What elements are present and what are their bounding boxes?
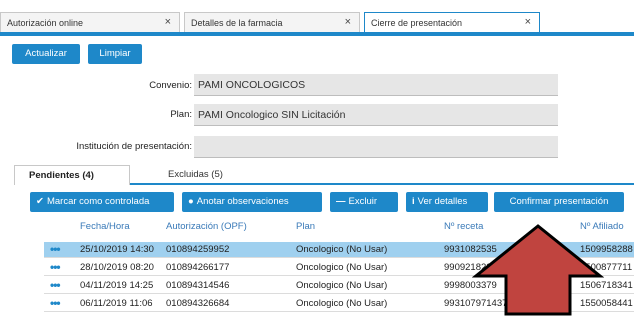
- tab-label: Autorización online: [7, 18, 84, 28]
- mark-label: Marcar como controlada: [46, 196, 150, 207]
- notes-label: Anotar observaciones: [196, 196, 289, 207]
- convenio-field[interactable]: PAMI ONCOLOGICOS: [194, 74, 558, 96]
- add-notes-button[interactable]: ● Anotar observaciones: [182, 192, 322, 212]
- more-icon[interactable]: •••: [50, 260, 61, 274]
- toolbar: ✔ Marcar como controlada ● Anotar observac…: [30, 192, 634, 214]
- cell-fecha: 04/11/2019 14:25: [80, 280, 154, 291]
- tab-bar: Autorización online × Detalles de la far…: [0, 0, 634, 38]
- details-label: Ver detalles: [417, 196, 468, 207]
- cell-fecha: 28/10/2019 08:20: [80, 262, 154, 273]
- cell-fecha: 06/11/2019 11:06: [80, 298, 153, 309]
- cell-autorizacion: 010894266177: [166, 262, 230, 273]
- info-icon: i: [412, 196, 415, 207]
- close-icon[interactable]: ×: [345, 16, 351, 28]
- more-icon[interactable]: •••: [50, 242, 61, 256]
- subtab-pendientes[interactable]: Pendientes (4): [14, 165, 130, 185]
- institucion-label: Institución de presentación:: [76, 141, 192, 152]
- cell-plan: Oncologico (No Usar): [296, 280, 388, 291]
- comment-icon: ●: [188, 196, 194, 207]
- check-icon: ✔: [36, 196, 44, 207]
- refresh-button[interactable]: Actualizar: [12, 44, 80, 64]
- tab-label: Detalles de la farmacia: [191, 18, 283, 28]
- convenio-label: Convenio:: [149, 80, 192, 91]
- institucion-field[interactable]: [194, 136, 558, 158]
- confirm-presentation-button[interactable]: Confirmar presentación: [494, 192, 624, 212]
- cell-autorizacion: 010894326684: [166, 298, 230, 309]
- clear-button[interactable]: Limpiar: [88, 44, 142, 64]
- up-arrow-annotation: [472, 224, 604, 316]
- cell-fecha: 25/10/2019 14:30: [80, 244, 154, 255]
- col-autorizacion[interactable]: Autorización (OPF): [166, 221, 247, 232]
- tab-detalles-farmacia[interactable]: Detalles de la farmacia ×: [184, 12, 360, 34]
- cell-autorizacion: 010894314546: [166, 280, 230, 291]
- cell-plan: Oncologico (No Usar): [296, 262, 388, 273]
- cell-autorizacion: 010894259952: [166, 244, 230, 255]
- col-plan[interactable]: Plan: [296, 221, 315, 232]
- plan-field[interactable]: PAMI Oncologico SIN Licitación: [194, 104, 558, 126]
- tab-autorizacion-online[interactable]: Autorización online ×: [0, 12, 180, 34]
- more-icon[interactable]: •••: [50, 278, 61, 292]
- cell-plan: Oncologico (No Usar): [296, 244, 388, 255]
- tab-label: Cierre de presentación: [371, 18, 463, 28]
- tab-underline: [0, 32, 634, 36]
- plan-label: Plan:: [170, 109, 192, 120]
- more-icon[interactable]: •••: [50, 296, 61, 310]
- close-icon[interactable]: ×: [525, 16, 531, 28]
- subtabs: Pendientes (4) Excluidas (5): [14, 165, 634, 185]
- exclude-button[interactable]: — Excluir: [330, 192, 398, 212]
- minus-icon: —: [336, 196, 346, 207]
- mark-controlled-button[interactable]: ✔ Marcar como controlada: [30, 192, 174, 212]
- cell-plan: Oncologico (No Usar): [296, 298, 388, 309]
- exclude-label: Excluir: [348, 196, 378, 207]
- col-fecha[interactable]: Fecha/Hora: [80, 221, 130, 232]
- close-icon[interactable]: ×: [165, 16, 171, 28]
- view-details-button[interactable]: i Ver detalles: [406, 192, 488, 212]
- subtab-excluidas[interactable]: Excluidas (5): [162, 165, 252, 185]
